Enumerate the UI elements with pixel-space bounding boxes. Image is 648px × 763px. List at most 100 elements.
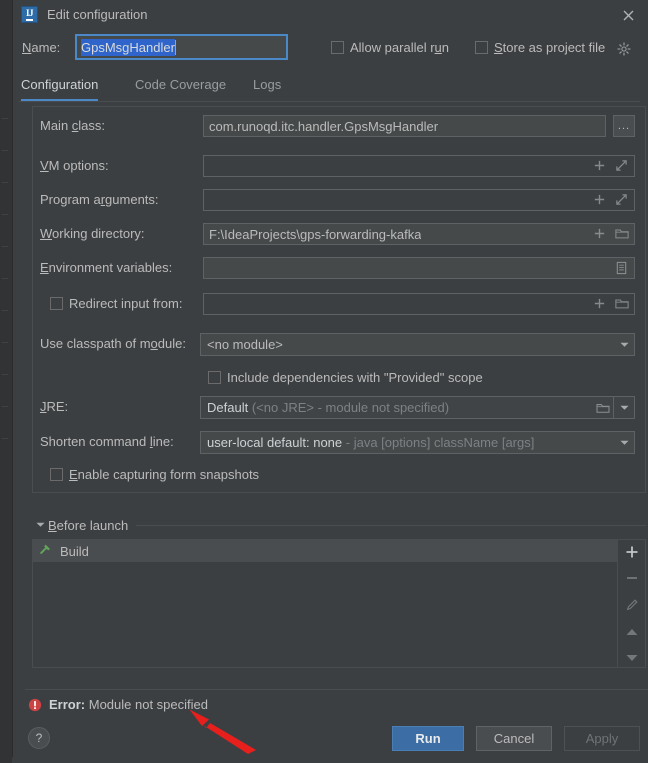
add-icon[interactable] (593, 159, 608, 174)
shorten-command-line-value: user-local default: none - java [options… (201, 435, 614, 450)
checkbox-box (208, 371, 221, 384)
folder-icon[interactable] (615, 227, 630, 242)
program-arguments-label: Program arguments: (40, 192, 159, 207)
cancel-button[interactable]: Cancel (476, 726, 552, 751)
expand-icon[interactable] (615, 159, 630, 174)
before-launch-list[interactable]: Build (33, 540, 617, 667)
move-up-icon[interactable] (622, 623, 642, 641)
folder-icon[interactable] (593, 397, 613, 418)
program-arguments-input[interactable] (203, 189, 635, 211)
redirect-input-from-checkbox[interactable]: Redirect input from: (50, 296, 182, 311)
close-icon[interactable] (618, 5, 638, 25)
gear-icon[interactable] (617, 42, 631, 56)
before-launch-header: Before launch (32, 516, 646, 534)
field-row-jre: JRE: Default (<no JRE> - module not spec… (33, 396, 645, 418)
checkbox-box (50, 297, 63, 310)
shorten-command-line-main: user-local default: none (207, 435, 342, 450)
jre-value-main: Default (207, 400, 248, 415)
jre-dropdown[interactable]: Default (<no JRE> - module not specified… (200, 396, 635, 419)
jre-label: JRE: (40, 399, 68, 414)
working-directory-value: F:\IdeaProjects\gps-forwarding-kafka (204, 227, 421, 242)
store-as-project-file-checkbox[interactable]: Store as project file (475, 40, 605, 55)
move-down-icon[interactable] (622, 649, 642, 667)
tab-bar: Configuration Code Coverage Logs (13, 72, 648, 102)
dialog-titlebar: IJ Edit configuration (13, 0, 648, 30)
error-message: Module not specified (89, 697, 208, 712)
run-button[interactable]: Run (392, 726, 464, 751)
name-row: Name: GpsMsgHandler Allow parallel run S… (13, 34, 648, 62)
list-editor-icon[interactable] (615, 261, 630, 276)
tab-configuration-label: Configuration (21, 77, 98, 92)
folder-icon[interactable] (615, 297, 630, 312)
chevron-down-icon[interactable] (614, 432, 634, 453)
environment-variables-label: Environment variables: (40, 260, 172, 275)
remove-icon[interactable] (622, 570, 642, 588)
use-classpath-of-module-value: <no module> (201, 337, 614, 352)
environment-variables-input[interactable] (203, 257, 635, 279)
main-class-browse-button[interactable]: ... (613, 115, 635, 137)
use-classpath-of-module-dropdown[interactable]: <no module> (200, 333, 635, 356)
before-launch-toolbar (617, 540, 645, 667)
dialog-title: Edit configuration (47, 7, 147, 22)
name-input-value: GpsMsgHandler (81, 39, 175, 56)
main-class-value: com.runoqd.itc.handler.GpsMsgHandler (204, 119, 438, 134)
tab-bar-divider (19, 101, 640, 102)
checkbox-box (331, 41, 344, 54)
add-icon[interactable] (622, 543, 642, 561)
text-caret (175, 40, 176, 55)
before-launch-item-label: Build (60, 544, 89, 559)
main-class-label: Main class: (40, 118, 105, 133)
field-row-main-class: Main class: com.runoqd.itc.handler.GpsMs… (33, 115, 645, 137)
enable-form-snapshots-label: Enable capturing form snapshots (69, 467, 259, 482)
intellij-logo-text: IJ (26, 9, 33, 21)
use-classpath-of-module-label: Use classpath of module: (40, 336, 186, 351)
status-error: Error: Module not specified (28, 697, 208, 712)
enable-form-snapshots-checkbox[interactable]: Enable capturing form snapshots (50, 467, 259, 482)
allow-parallel-run-checkbox[interactable]: Allow parallel run (331, 40, 449, 55)
tab-logs-label: Logs (253, 77, 281, 92)
section-divider (136, 525, 646, 526)
checkbox-box (50, 468, 63, 481)
tab-logs[interactable]: Logs (253, 72, 281, 102)
include-provided-scope-checkbox[interactable]: Include dependencies with "Provided" sco… (208, 370, 483, 385)
error-icon (28, 698, 42, 712)
include-provided-scope-label: Include dependencies with "Provided" sco… (227, 370, 483, 385)
list-item[interactable]: Build (33, 540, 617, 562)
tab-configuration[interactable]: Configuration (21, 72, 98, 102)
error-text: Error: Module not specified (49, 697, 208, 712)
checkbox-box (475, 41, 488, 54)
main-class-input[interactable]: com.runoqd.itc.handler.GpsMsgHandler (203, 115, 606, 137)
ellipsis-icon: ... (618, 120, 630, 132)
add-icon[interactable] (593, 193, 608, 208)
edit-configuration-dialog: IJ Edit configuration Name: GpsMsgHandle… (12, 0, 648, 757)
name-input[interactable]: GpsMsgHandler (75, 34, 288, 60)
shorten-command-line-dropdown[interactable]: user-local default: none - java [options… (200, 431, 635, 454)
chevron-down-icon[interactable] (614, 334, 634, 355)
redirect-input-from-input[interactable] (203, 293, 635, 315)
hammer-icon (39, 542, 53, 561)
field-row-redirect-input: Redirect input from: (33, 293, 645, 315)
add-icon[interactable] (593, 227, 608, 242)
tab-code-coverage[interactable]: Code Coverage (135, 72, 226, 102)
shorten-command-line-detail: - java [options] className [args] (346, 435, 535, 450)
expand-icon[interactable] (615, 193, 630, 208)
field-row-form-snapshots: Enable capturing form snapshots (33, 464, 645, 486)
apply-button[interactable]: Apply (564, 726, 640, 751)
help-button[interactable]: ? (28, 727, 50, 749)
redirect-input-from-label: Redirect input from: (69, 296, 182, 311)
vm-options-input[interactable] (203, 155, 635, 177)
add-icon[interactable] (593, 297, 608, 312)
edit-pencil-icon[interactable] (622, 596, 642, 614)
chevron-down-icon[interactable] (614, 397, 634, 418)
tab-code-coverage-label: Code Coverage (135, 77, 226, 92)
before-launch-title: Before launch (48, 518, 128, 533)
footer-divider (25, 689, 648, 690)
store-as-project-file-label: Store as project file (494, 40, 605, 55)
background-bleed-text (40, 757, 600, 763)
working-directory-label: Working directory: (40, 226, 145, 241)
collapse-triangle-icon[interactable] (32, 522, 48, 528)
background-window-strip (0, 0, 12, 763)
field-row-shorten-command-line: Shorten command line: user-local default… (33, 431, 645, 453)
working-directory-input[interactable]: F:\IdeaProjects\gps-forwarding-kafka (203, 223, 635, 245)
name-label: Name: (22, 40, 60, 55)
